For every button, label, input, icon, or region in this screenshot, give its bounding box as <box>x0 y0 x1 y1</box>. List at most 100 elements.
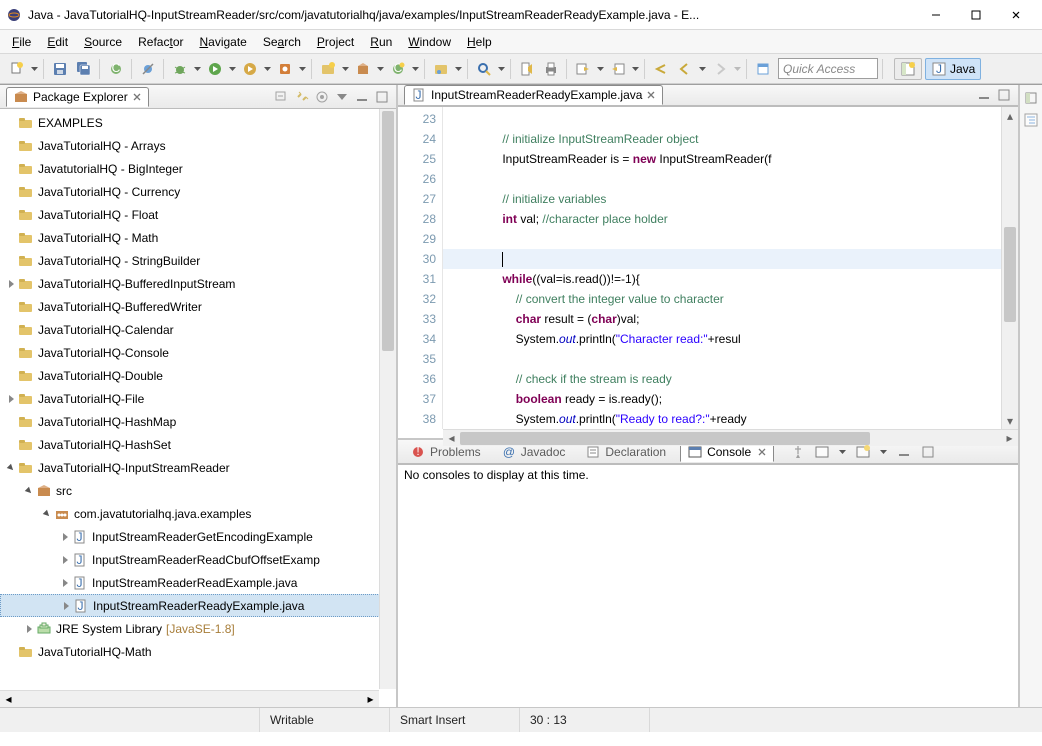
print-button[interactable] <box>540 58 562 80</box>
menu-run[interactable]: Run <box>364 33 398 51</box>
twisty-icon[interactable] <box>4 438 18 452</box>
maximize-bottom-button[interactable] <box>920 444 936 460</box>
close-button[interactable] <box>996 1 1036 29</box>
tree-row[interactable]: JavaTutorialHQ - StringBuilder <box>0 249 396 272</box>
new-class-button[interactable]: C <box>387 58 409 80</box>
open-task-dropdown[interactable] <box>454 58 463 80</box>
tree-row[interactable]: JavatutorialHQ - BigInteger <box>0 157 396 180</box>
tree-row[interactable]: JavaTutorialHQ-HashSet <box>0 433 396 456</box>
twisty-icon[interactable] <box>4 645 18 659</box>
forward-button[interactable] <box>709 58 731 80</box>
scrollbar-thumb[interactable] <box>460 432 870 445</box>
new-package-dropdown[interactable] <box>376 58 385 80</box>
menu-help[interactable]: Help <box>461 33 498 51</box>
link-editor-button[interactable] <box>294 89 310 105</box>
twisty-icon[interactable] <box>58 576 72 590</box>
twisty-icon[interactable] <box>58 530 72 544</box>
save-all-button[interactable] <box>73 58 95 80</box>
run-last-button[interactable] <box>239 58 261 80</box>
outline-trim-button[interactable] <box>1023 112 1039 128</box>
tree-row[interactable]: JavaTutorialHQ - Currency <box>0 180 396 203</box>
run-dropdown[interactable] <box>228 58 237 80</box>
tree-row[interactable]: JavaTutorialHQ-HashMap <box>0 410 396 433</box>
prev-annotation-dropdown[interactable] <box>631 58 640 80</box>
new-button[interactable] <box>6 58 28 80</box>
code-area[interactable]: // initialize InputStreamReader object I… <box>443 107 1001 429</box>
twisty-icon[interactable] <box>4 415 18 429</box>
external-tools-dropdown[interactable] <box>298 58 307 80</box>
maximize-editor-button[interactable] <box>996 87 1012 103</box>
open-task-button[interactable] <box>430 58 452 80</box>
open-console-button[interactable] <box>855 444 871 460</box>
close-icon[interactable] <box>757 447 767 457</box>
menu-search[interactable]: Search <box>257 33 307 51</box>
editor-tab[interactable]: J InputStreamReaderReadyExample.java <box>404 85 663 105</box>
horizontal-scrollbar[interactable]: ◂ ▸ <box>0 690 379 707</box>
twisty-icon[interactable] <box>4 208 18 222</box>
tree-row[interactable]: src <box>0 479 396 502</box>
tree-row[interactable]: JavaTutorialHQ-Console <box>0 341 396 364</box>
tree-row[interactable]: JInputStreamReaderReadCbufOffsetExamp <box>0 548 396 571</box>
pin-console-button[interactable] <box>790 444 806 460</box>
new-dropdown[interactable] <box>30 58 39 80</box>
twisty-icon[interactable] <box>4 185 18 199</box>
tree-row[interactable]: JavaTutorialHQ-Calendar <box>0 318 396 341</box>
debug-button[interactable] <box>169 58 191 80</box>
scroll-left-arrow[interactable]: ◂ <box>0 691 17 708</box>
menu-edit[interactable]: Edit <box>41 33 74 51</box>
tree-row[interactable]: JavaTutorialHQ - Math <box>0 226 396 249</box>
tree-row[interactable]: JavaTutorialHQ-Math <box>0 640 396 663</box>
package-explorer-tab[interactable]: Package Explorer <box>6 87 149 107</box>
twisty-icon[interactable] <box>4 162 18 176</box>
tree-row[interactable]: JInputStreamReaderGetEncodingExample <box>0 525 396 548</box>
menu-refactor[interactable]: Refactor <box>132 33 189 51</box>
twisty-icon[interactable] <box>4 323 18 337</box>
twisty-icon[interactable] <box>59 599 73 613</box>
last-edit-button[interactable] <box>650 58 672 80</box>
open-type-button[interactable]: C <box>105 58 127 80</box>
collapse-all-button[interactable] <box>274 89 290 105</box>
new-class-dropdown[interactable] <box>411 58 420 80</box>
twisty-icon[interactable] <box>22 484 36 498</box>
close-icon[interactable] <box>646 90 656 100</box>
twisty-icon[interactable] <box>4 346 18 360</box>
scroll-left-arrow[interactable]: ◂ <box>443 430 460 447</box>
minimize-button[interactable] <box>916 1 956 29</box>
pin-editor-button[interactable] <box>752 58 774 80</box>
editor-vertical-scrollbar[interactable]: ▴ ▾ <box>1001 107 1018 429</box>
twisty-icon[interactable] <box>4 461 18 475</box>
display-console-button[interactable] <box>814 444 830 460</box>
tree-row[interactable]: JavaTutorialHQ-File <box>0 387 396 410</box>
maximize-button[interactable] <box>956 1 996 29</box>
back-button[interactable] <box>674 58 696 80</box>
next-annotation-dropdown[interactable] <box>596 58 605 80</box>
skip-breakpoints-button[interactable] <box>137 58 159 80</box>
scroll-down-arrow[interactable]: ▾ <box>1002 412 1018 429</box>
forward-dropdown[interactable] <box>733 58 742 80</box>
new-java-project-button[interactable] <box>317 58 339 80</box>
search-dropdown[interactable] <box>497 58 506 80</box>
menu-window[interactable]: Window <box>402 33 457 51</box>
twisty-icon[interactable] <box>4 139 18 153</box>
prev-annotation-button[interactable] <box>607 58 629 80</box>
minimize-editor-button[interactable] <box>976 87 992 103</box>
minimize-bottom-button[interactable] <box>896 444 912 460</box>
external-tools-button[interactable] <box>274 58 296 80</box>
twisty-icon[interactable] <box>4 116 18 130</box>
quick-access-input[interactable]: Quick Access <box>778 58 878 79</box>
scrollbar-thumb[interactable] <box>382 111 394 351</box>
twisty-icon[interactable] <box>4 277 18 291</box>
menu-navigate[interactable]: Navigate <box>193 33 252 51</box>
tree-row[interactable]: EXAMPLES <box>0 111 396 134</box>
twisty-icon[interactable] <box>4 231 18 245</box>
scroll-right-arrow[interactable]: ▸ <box>1001 430 1018 447</box>
minimize-view-button[interactable] <box>354 89 370 105</box>
tree-row[interactable]: JavaTutorialHQ - Float <box>0 203 396 226</box>
tree-row[interactable]: JavaTutorialHQ - Arrays <box>0 134 396 157</box>
focus-task-button[interactable] <box>314 89 330 105</box>
tree-row[interactable]: JavaTutorialHQ-Double <box>0 364 396 387</box>
tree-row[interactable]: JavaTutorialHQ-InputStreamReader <box>0 456 396 479</box>
new-java-project-dropdown[interactable] <box>341 58 350 80</box>
search-button[interactable] <box>473 58 495 80</box>
new-package-button[interactable] <box>352 58 374 80</box>
